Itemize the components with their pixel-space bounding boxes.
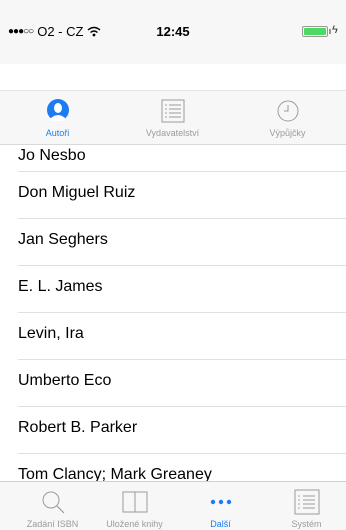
author-name: Don Miguel Ruiz: [18, 184, 136, 201]
author-name: Robert B. Parker: [18, 419, 138, 436]
segment-label: Vydavatelství: [145, 128, 200, 138]
list-item[interactable]: Jan Seghers: [18, 219, 346, 266]
more-icon: [210, 499, 231, 505]
tab-system[interactable]: Systém: [272, 482, 341, 530]
segment-label: Výpůjčky: [269, 128, 306, 138]
list-item[interactable]: E. L. James: [18, 266, 346, 313]
tab-label: Zadání ISBN: [26, 519, 79, 529]
list-item[interactable]: Robert B. Parker: [18, 407, 346, 454]
segment-vypujcky[interactable]: Výpůjčky: [230, 91, 345, 144]
list-item[interactable]: Levin, Ira: [18, 313, 346, 360]
tab-zadani-isbn[interactable]: Zadání ISBN: [18, 482, 87, 530]
segment-bar: Autoři Vydavatelství Výpůjčky: [0, 90, 346, 145]
list-item[interactable]: Tom Clancy; Mark Greaney: [18, 454, 346, 481]
tab-bar: Zadání ISBN Uložené knihy Další Systém: [0, 481, 346, 530]
tab-label: Další: [210, 519, 231, 529]
tab-ulozene-knihy[interactable]: Uložené knihy: [100, 482, 169, 530]
author-name: Levin, Ira: [18, 325, 84, 342]
segment-vydavatelstvi[interactable]: Vydavatelství: [115, 91, 230, 144]
status-bar: ●●●○○ O2 - CZ 12:45 ϟ: [0, 0, 346, 64]
tab-dalsi[interactable]: Další: [186, 482, 255, 530]
list-item[interactable]: Umberto Eco: [18, 360, 346, 407]
list-icon: [161, 99, 184, 123]
author-name: Umberto Eco: [18, 372, 112, 389]
author-name: Jan Seghers: [18, 231, 108, 248]
author-name: Jo Nesbo: [18, 147, 86, 164]
search-icon: [42, 491, 64, 514]
book-icon: [122, 491, 147, 513]
status-time: 12:45: [156, 24, 190, 39]
battery-icon: ϟ: [302, 24, 338, 37]
author-list[interactable]: Jo Nesbo Don Miguel Ruiz Jan Seghers E. …: [0, 143, 346, 481]
list-icon: [294, 489, 319, 515]
tab-label: Uložené knihy: [106, 519, 163, 529]
clock-icon: [277, 100, 298, 122]
tab-label: Systém: [291, 519, 322, 529]
list-item[interactable]: Don Miguel Ruiz: [18, 172, 346, 219]
author-name: Tom Clancy; Mark Greaney: [18, 466, 212, 481]
author-name: E. L. James: [18, 278, 103, 295]
list-item[interactable]: Jo Nesbo: [18, 143, 346, 172]
segment-label: Autoři: [45, 128, 70, 138]
person-icon: [46, 99, 69, 121]
segment-autori[interactable]: Autoři: [0, 91, 115, 144]
